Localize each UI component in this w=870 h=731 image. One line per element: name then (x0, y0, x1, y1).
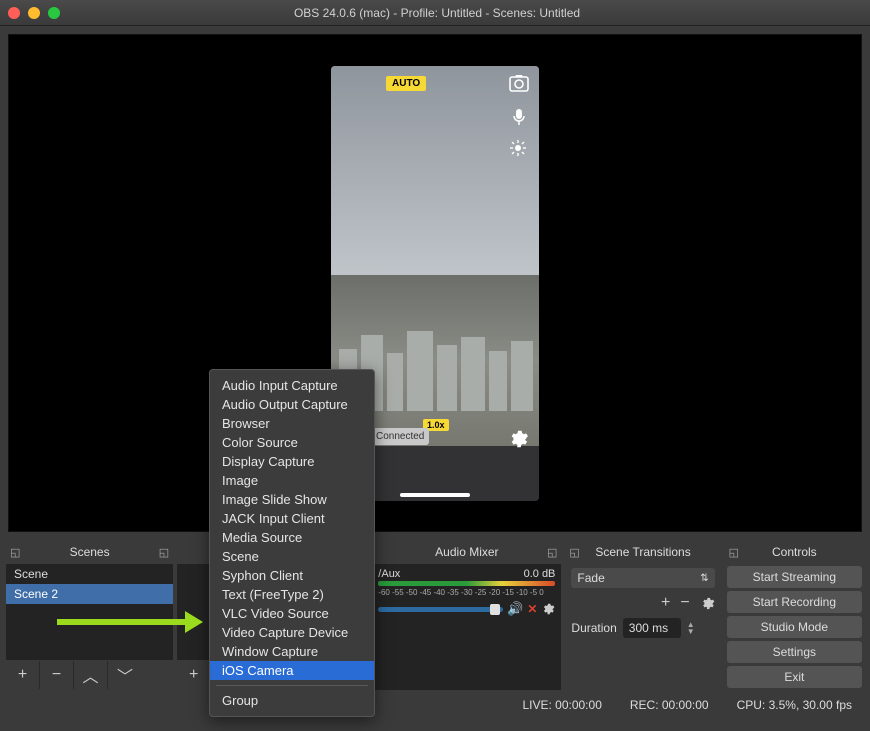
menu-item-audio-output[interactable]: Audio Output Capture (210, 395, 374, 414)
mute-x-icon[interactable]: ✕ (527, 602, 537, 616)
mixer-title: Audio Mixer (435, 545, 498, 559)
auto-badge: AUTO (386, 76, 426, 91)
menu-item-image[interactable]: Image (210, 471, 374, 490)
menu-item-video-capture[interactable]: Video Capture Device (210, 623, 374, 642)
popout-icon[interactable]: ◱ (569, 546, 579, 559)
db-value: 0.0 dB (524, 568, 556, 580)
controls-header: ◱ Controls (725, 540, 864, 564)
menu-item-media-source[interactable]: Media Source (210, 528, 374, 547)
scene-item-selected[interactable]: Scene 2 (6, 584, 173, 604)
audio-mixer-panel: Audio Mixer ◱ /Aux 0.0 dB -60 -55 -50 -4… (372, 540, 561, 690)
menu-item-group[interactable]: Group (210, 691, 374, 710)
status-live: LIVE: 00:00:00 (522, 698, 601, 712)
add-scene-button[interactable]: + (6, 661, 40, 689)
menu-item-syphon[interactable]: Syphon Client (210, 566, 374, 585)
transition-settings-button[interactable] (700, 596, 715, 611)
start-recording-button[interactable]: Start Recording (727, 591, 862, 613)
scenes-title: Scenes (70, 545, 110, 559)
volume-slider[interactable] (378, 607, 503, 612)
menu-separator (216, 685, 368, 686)
microphone-icon[interactable] (512, 108, 526, 126)
add-source-menu: Audio Input Capture Audio Output Capture… (209, 369, 375, 717)
menu-item-jack[interactable]: JACK Input Client (210, 509, 374, 528)
duration-stepper[interactable]: ▲▼ (687, 621, 695, 635)
app-window: OBS 24.0.6 (mac) - Profile: Untitled - S… (0, 0, 870, 731)
transitions-body: Fade ⇅ + − Duration 300 ms ▲▼ (565, 564, 720, 690)
status-rec: REC: 00:00:00 (630, 698, 709, 712)
remove-transition-button[interactable]: − (680, 594, 689, 612)
db-scale: -60 -55 -50 -45 -40 -35 -30 -25 -20 -15 … (378, 588, 555, 597)
controls-title: Controls (772, 545, 817, 559)
transitions-header: ◱ Scene Transitions (565, 540, 720, 564)
transitions-panel: ◱ Scene Transitions Fade ⇅ + − Duration (565, 540, 720, 690)
duration-label: Duration (571, 621, 616, 635)
transition-value: Fade (577, 571, 604, 585)
mixer-header: Audio Mixer ◱ (372, 540, 561, 564)
menu-item-vlc[interactable]: VLC Video Source (210, 604, 374, 623)
popout-icon[interactable]: ◱ (547, 546, 557, 559)
menu-item-ios-camera[interactable]: iOS Camera (210, 661, 374, 680)
status-cpu: CPU: 3.5%, 30.00 fps (737, 698, 852, 712)
remove-scene-button[interactable]: − (40, 661, 74, 689)
flip-camera-icon[interactable] (509, 74, 529, 92)
scenes-toolbar: + − ︿ ﹀ (6, 660, 173, 690)
speaker-mute-icon[interactable]: 🔊 (507, 601, 523, 617)
mixer-gear-icon[interactable] (541, 602, 555, 616)
window-title: OBS 24.0.6 (mac) - Profile: Untitled - S… (12, 6, 862, 20)
popout-icon[interactable]: ◱ (10, 546, 20, 559)
audio-meter (378, 581, 555, 586)
mixer-body: /Aux 0.0 dB -60 -55 -50 -45 -40 -35 -30 … (372, 564, 561, 690)
menu-item-display-capture[interactable]: Display Capture (210, 452, 374, 471)
connected-badge: Connected (371, 428, 429, 445)
menu-item-scene[interactable]: Scene (210, 547, 374, 566)
preview-canvas[interactable]: AUTO 1.0x Connected (8, 34, 862, 532)
menu-item-color-source[interactable]: Color Source (210, 433, 374, 452)
controls-panel: ◱ Controls Start Streaming Start Recordi… (725, 540, 864, 690)
settings-button[interactable]: Settings (727, 641, 862, 663)
bottom-panels: ◱ Scenes ◱ Scene Scene 2 + − ︿ ﹀ Vid + (0, 540, 870, 690)
move-scene-up-button[interactable]: ︿ (74, 661, 108, 689)
add-transition-button[interactable]: + (661, 594, 670, 612)
status-bar: LIVE: 00:00:00 REC: 00:00:00 CPU: 3.5%, … (0, 694, 870, 716)
select-arrows-icon: ⇅ (700, 573, 708, 584)
menu-item-image-slide[interactable]: Image Slide Show (210, 490, 374, 509)
menu-item-window-capture[interactable]: Window Capture (210, 642, 374, 661)
menu-item-audio-input[interactable]: Audio Input Capture (210, 376, 374, 395)
exit-button[interactable]: Exit (727, 666, 862, 688)
titlebar: OBS 24.0.6 (mac) - Profile: Untitled - S… (0, 0, 870, 26)
scenes-header: ◱ Scenes ◱ (6, 540, 173, 564)
add-source-button[interactable]: + (177, 661, 211, 689)
annotation-arrow (57, 619, 187, 625)
transitions-title: Scene Transitions (595, 545, 690, 559)
phone-settings-icon[interactable] (507, 428, 529, 450)
duration-input[interactable]: 300 ms (623, 618, 681, 638)
start-streaming-button[interactable]: Start Streaming (727, 566, 862, 588)
home-indicator (400, 493, 470, 497)
studio-mode-button[interactable]: Studio Mode (727, 616, 862, 638)
popout-icon[interactable]: ◱ (729, 546, 739, 559)
menu-item-browser[interactable]: Browser (210, 414, 374, 433)
move-scene-down-button[interactable]: ﹀ (108, 661, 142, 689)
transition-select[interactable]: Fade ⇅ (571, 568, 714, 588)
controls-body: Start Streaming Start Recording Studio M… (725, 564, 864, 690)
popout-icon[interactable]: ◱ (159, 546, 169, 559)
scenes-list[interactable]: Scene Scene 2 (6, 564, 173, 660)
brightness-icon[interactable] (510, 140, 526, 156)
scene-item[interactable]: Scene (6, 564, 173, 584)
menu-item-text[interactable]: Text (FreeType 2) (210, 585, 374, 604)
scenes-panel: ◱ Scenes ◱ Scene Scene 2 + − ︿ ﹀ (6, 540, 173, 690)
aux-label: /Aux (378, 568, 400, 580)
